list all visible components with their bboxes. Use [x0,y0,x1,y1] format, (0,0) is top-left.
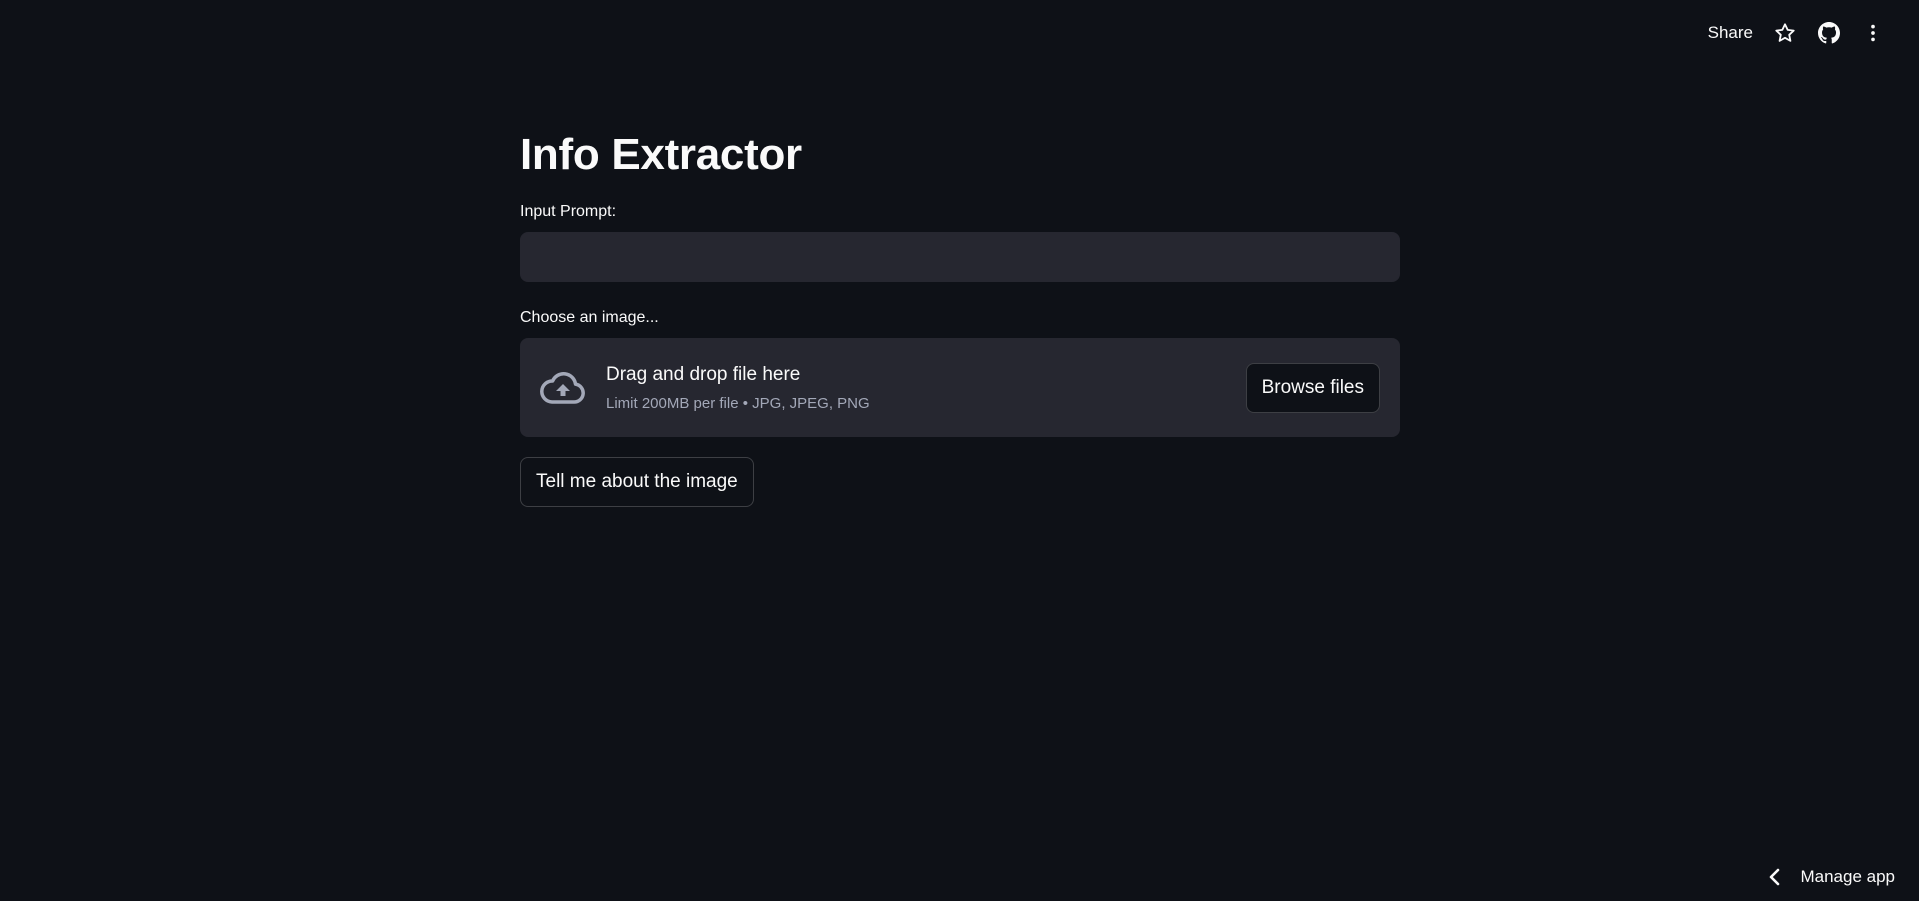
chevron-left-icon [1770,868,1780,886]
manage-app-button[interactable]: Manage app [1768,867,1895,887]
file-dropzone[interactable]: Drag and drop file here Limit 200MB per … [520,338,1400,437]
page-title: Info Extractor [520,130,802,179]
manage-app-label: Manage app [1800,867,1895,886]
star-icon[interactable] [1763,18,1807,48]
submit-button[interactable]: Tell me about the image [520,457,754,507]
dropzone-limits: Limit 200MB per file • JPG, JPEG, PNG [606,394,870,412]
browse-files-button[interactable]: Browse files [1245,362,1380,413]
kebab-menu-icon[interactable] [1851,18,1895,48]
top-toolbar: Share [1698,18,1895,48]
prompt-input[interactable] [520,232,1400,282]
prompt-label: Input Prompt: [520,203,617,220]
cloud-upload-icon [540,365,586,411]
image-upload-label: Choose an image... [520,309,659,326]
dropzone-instruction: Drag and drop file here [606,363,801,385]
share-button[interactable]: Share [1698,18,1763,48]
app-page: Share Info Extractor Input Prompt: Choos… [0,0,1919,901]
main-content: Info Extractor Input Prompt: Choose an i… [520,120,1400,507]
dropzone-text: Drag and drop file here Limit 200MB per … [606,361,1246,415]
github-icon[interactable] [1807,18,1851,48]
